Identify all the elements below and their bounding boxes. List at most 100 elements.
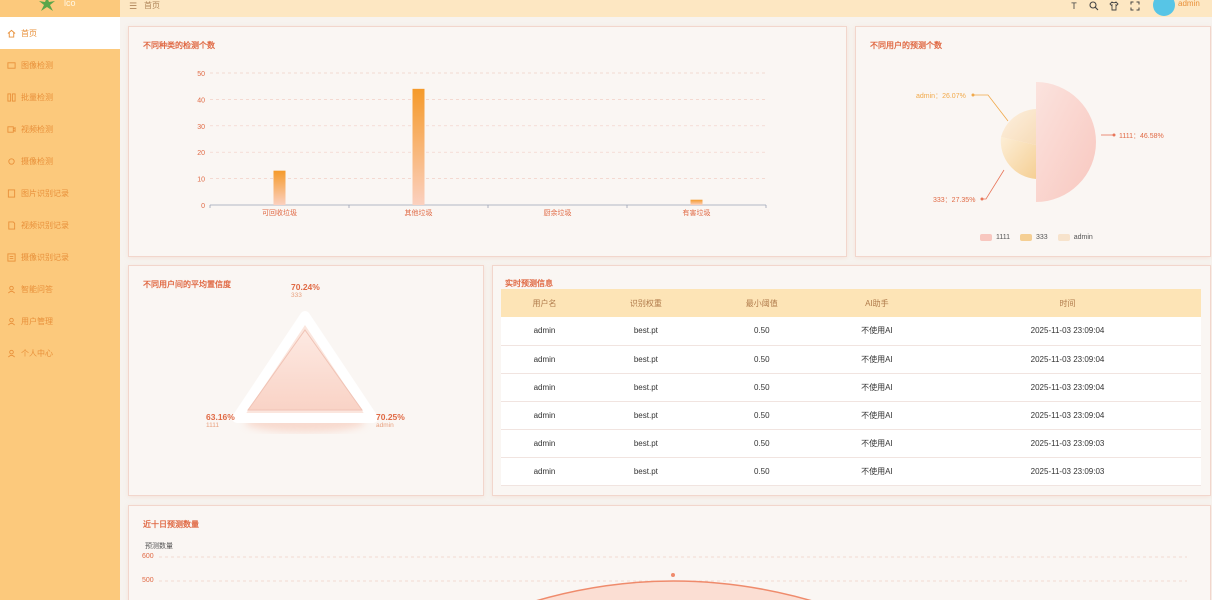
table-header-row: 用户名 识别权重 最小阈值 AI助手 时间 — [501, 289, 1201, 317]
sidebar-item-home[interactable]: 首页 — [0, 17, 120, 49]
bar-可回收垃圾[interactable] — [273, 170, 286, 205]
table-cell: 2025-11-03 23:09:03 — [934, 429, 1201, 458]
sidebar-item-label: 智能问答 — [21, 284, 53, 294]
menu-toggle-icon[interactable]: ☰ — [129, 1, 137, 12]
table-cell: 0.50 — [703, 317, 820, 346]
sidebar: lco 首页 图像检测 批量检测 视频检测 摄像检测 图片识别记录 视频识别记录… — [0, 0, 120, 600]
line-series-area — [538, 581, 809, 600]
table-cell: best.pt — [587, 345, 704, 374]
table-cell: 不使用AI — [819, 345, 935, 374]
list-icon — [7, 252, 16, 262]
sidebar-item-label: 图像检测 — [21, 60, 53, 70]
search-icon[interactable] — [1088, 0, 1100, 12]
y-tick-label: 40 — [197, 97, 205, 104]
pie-label-admin: admin：26.07% — [916, 93, 966, 100]
sidebar-item-label: 视频识别记录 — [21, 220, 69, 230]
sidebar-item-label: 批量检测 — [21, 92, 53, 102]
table-cell: 0.50 — [703, 457, 820, 486]
legend-label-333[interactable]: 333 — [1036, 234, 1048, 241]
bar-其他垃圾[interactable] — [412, 88, 425, 205]
batch-icon — [7, 92, 16, 102]
fullscreen-icon[interactable] — [1129, 0, 1141, 12]
table-header[interactable]: AI助手 — [819, 289, 935, 317]
table-row[interactable]: admin best.pt 0.50 不使用AI 2025-11-03 23:09:04 — [501, 401, 1201, 430]
y-tick-label: 50 — [197, 71, 205, 78]
legend-swatch-333[interactable] — [1020, 234, 1033, 241]
table-header[interactable]: 识别权重 — [587, 289, 704, 317]
x-tick-label: 可回收垃圾 — [262, 208, 297, 217]
legend-label-1111[interactable]: 1111 — [996, 234, 1010, 241]
sidebar-item-video-detect[interactable]: 视频检测 — [0, 113, 120, 145]
radar-point-1111: 63.16% 1111 — [206, 412, 235, 429]
radar-point-admin: 70.25% admin — [376, 412, 405, 429]
line-point[interactable] — [671, 573, 675, 577]
radar-point-333: 70.24% 333 — [291, 282, 320, 299]
leaf-logo-icon — [39, 0, 55, 11]
sidebar-item-qa[interactable]: 智能问答 — [0, 273, 120, 305]
camera-icon — [7, 157, 16, 166]
line-chart-panel: 近十日预测数量 预测数量 600 500 — [128, 505, 1211, 600]
sidebar-item-label: 个人中心 — [21, 348, 53, 358]
y-tick-label: 30 — [197, 124, 205, 131]
sidebar-item-batch-detect[interactable]: 批量检测 — [0, 81, 120, 113]
pie-label-333: 333：27.35% — [933, 197, 976, 204]
table-cell: 不使用AI — [819, 401, 935, 430]
table-cell: 不使用AI — [819, 373, 935, 402]
sidebar-item-image-records[interactable]: 图片识别记录 — [0, 177, 120, 209]
sidebar-item-label: 图片识别记录 — [21, 188, 69, 198]
table-cell: 2025-11-03 23:09:03 — [934, 457, 1201, 486]
table-cell: 2025-11-03 23:09:04 — [934, 317, 1201, 346]
legend-swatch-1111[interactable] — [980, 234, 992, 241]
table-row[interactable]: admin best.pt 0.50 不使用AI 2025-11-03 23:09:04 — [501, 345, 1201, 374]
table-row[interactable]: admin best.pt 0.50 不使用AI 2025-11-03 23:09:03 — [501, 457, 1201, 486]
table-cell: 0.50 — [703, 345, 820, 374]
table-cell: best.pt — [587, 373, 704, 402]
sidebar-item-video-records[interactable]: 视频识别记录 — [0, 209, 120, 241]
table-cell: best.pt — [587, 457, 704, 486]
table-header[interactable]: 用户名 — [501, 289, 588, 317]
y-tick-label: 20 — [197, 150, 205, 157]
sidebar-item-image-detect[interactable]: 图像检测 — [0, 49, 120, 81]
pie-legend: 1111 333 admin — [980, 234, 1093, 241]
table-cell: admin — [501, 345, 588, 374]
table-row[interactable]: admin best.pt 0.50 不使用AI 2025-11-03 23:09:04 — [501, 373, 1201, 402]
logo-text: lco — [64, 0, 76, 8]
y-tick-label: 0 — [201, 203, 205, 210]
font-size-icon[interactable]: T — [1068, 0, 1080, 12]
username[interactable]: admin — [1178, 0, 1200, 8]
y-tick-label: 10 — [197, 177, 205, 184]
table-cell: admin — [501, 373, 588, 402]
user-icon — [7, 317, 16, 326]
document-icon — [7, 220, 16, 230]
sidebar-item-camera-records[interactable]: 摄像识别记录 — [0, 241, 120, 273]
bar-有害垃圾[interactable] — [690, 199, 703, 205]
table-cell: best.pt — [587, 317, 704, 346]
legend-swatch-admin[interactable] — [1057, 234, 1070, 241]
table-header[interactable]: 最小阈值 — [703, 289, 820, 317]
sidebar-item-profile[interactable]: 个人中心 — [0, 337, 120, 369]
avatar[interactable] — [1153, 0, 1175, 16]
table-row[interactable]: admin best.pt 0.50 不使用AI 2025-11-03 23:09:03 — [501, 429, 1201, 458]
x-tick-label: 其他垃圾 — [405, 208, 433, 217]
sidebar-item-camera-detect[interactable]: 摄像检测 — [0, 145, 120, 177]
breadcrumb: 首页 — [144, 1, 160, 10]
shirt-icon[interactable] — [1108, 0, 1120, 12]
table-cell: admin — [501, 401, 588, 430]
sidebar-item-label: 首页 — [21, 28, 37, 38]
video-icon — [7, 125, 16, 134]
home-icon — [7, 29, 16, 38]
table-row[interactable]: admin best.pt 0.50 不使用AI 2025-11-03 23:09:04 — [501, 317, 1201, 346]
sidebar-item-users[interactable]: 用户管理 — [0, 305, 120, 337]
x-tick-label: 厨余垃圾 — [544, 208, 572, 217]
table-cell: 2025-11-03 23:09:04 — [934, 401, 1201, 430]
table-cell: 不使用AI — [819, 429, 935, 458]
table-cell: best.pt — [587, 429, 704, 458]
table-cell: 不使用AI — [819, 457, 935, 486]
table-cell: 0.50 — [703, 429, 820, 458]
table-header[interactable]: 时间 — [934, 289, 1201, 317]
legend-label-admin[interactable]: admin — [1074, 234, 1093, 241]
sidebar-item-label: 用户管理 — [21, 316, 53, 326]
table-cell: 2025-11-03 23:09:04 — [934, 345, 1201, 374]
sidebar-item-label: 摄像检测 — [21, 156, 53, 166]
table-cell: 0.50 — [703, 373, 820, 402]
